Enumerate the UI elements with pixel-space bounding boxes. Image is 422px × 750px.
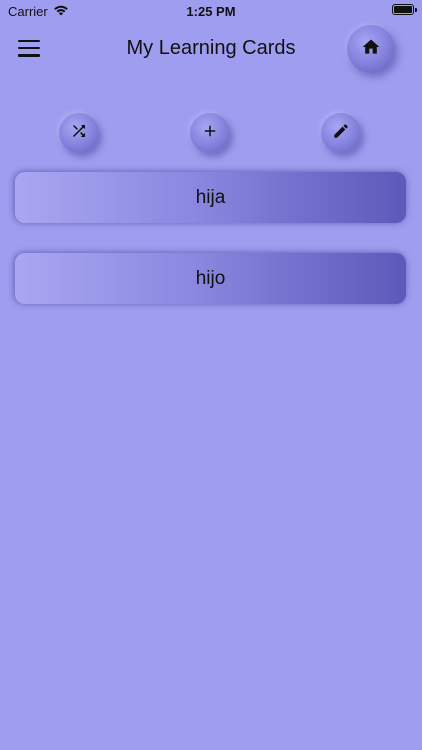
card-item[interactable]: hijo [15, 253, 406, 304]
status-time: 1:25 PM [186, 4, 236, 19]
edit-button[interactable] [321, 113, 361, 153]
plus-icon [201, 122, 219, 145]
shuffle-icon [70, 122, 88, 145]
status-bar: Carrier 1:25 PM [0, 0, 422, 22]
add-card-button[interactable] [190, 113, 230, 153]
app-bar: My Learning Cards [0, 22, 422, 78]
shuffle-button[interactable] [59, 113, 99, 153]
battery-icon [392, 4, 417, 15]
home-button[interactable] [347, 25, 395, 73]
card-label: hija [195, 186, 226, 208]
pencil-icon [332, 122, 350, 145]
status-right [392, 4, 417, 15]
card-item[interactable]: hija [15, 172, 406, 223]
home-icon [361, 37, 381, 62]
card-label: hijo [195, 267, 226, 289]
